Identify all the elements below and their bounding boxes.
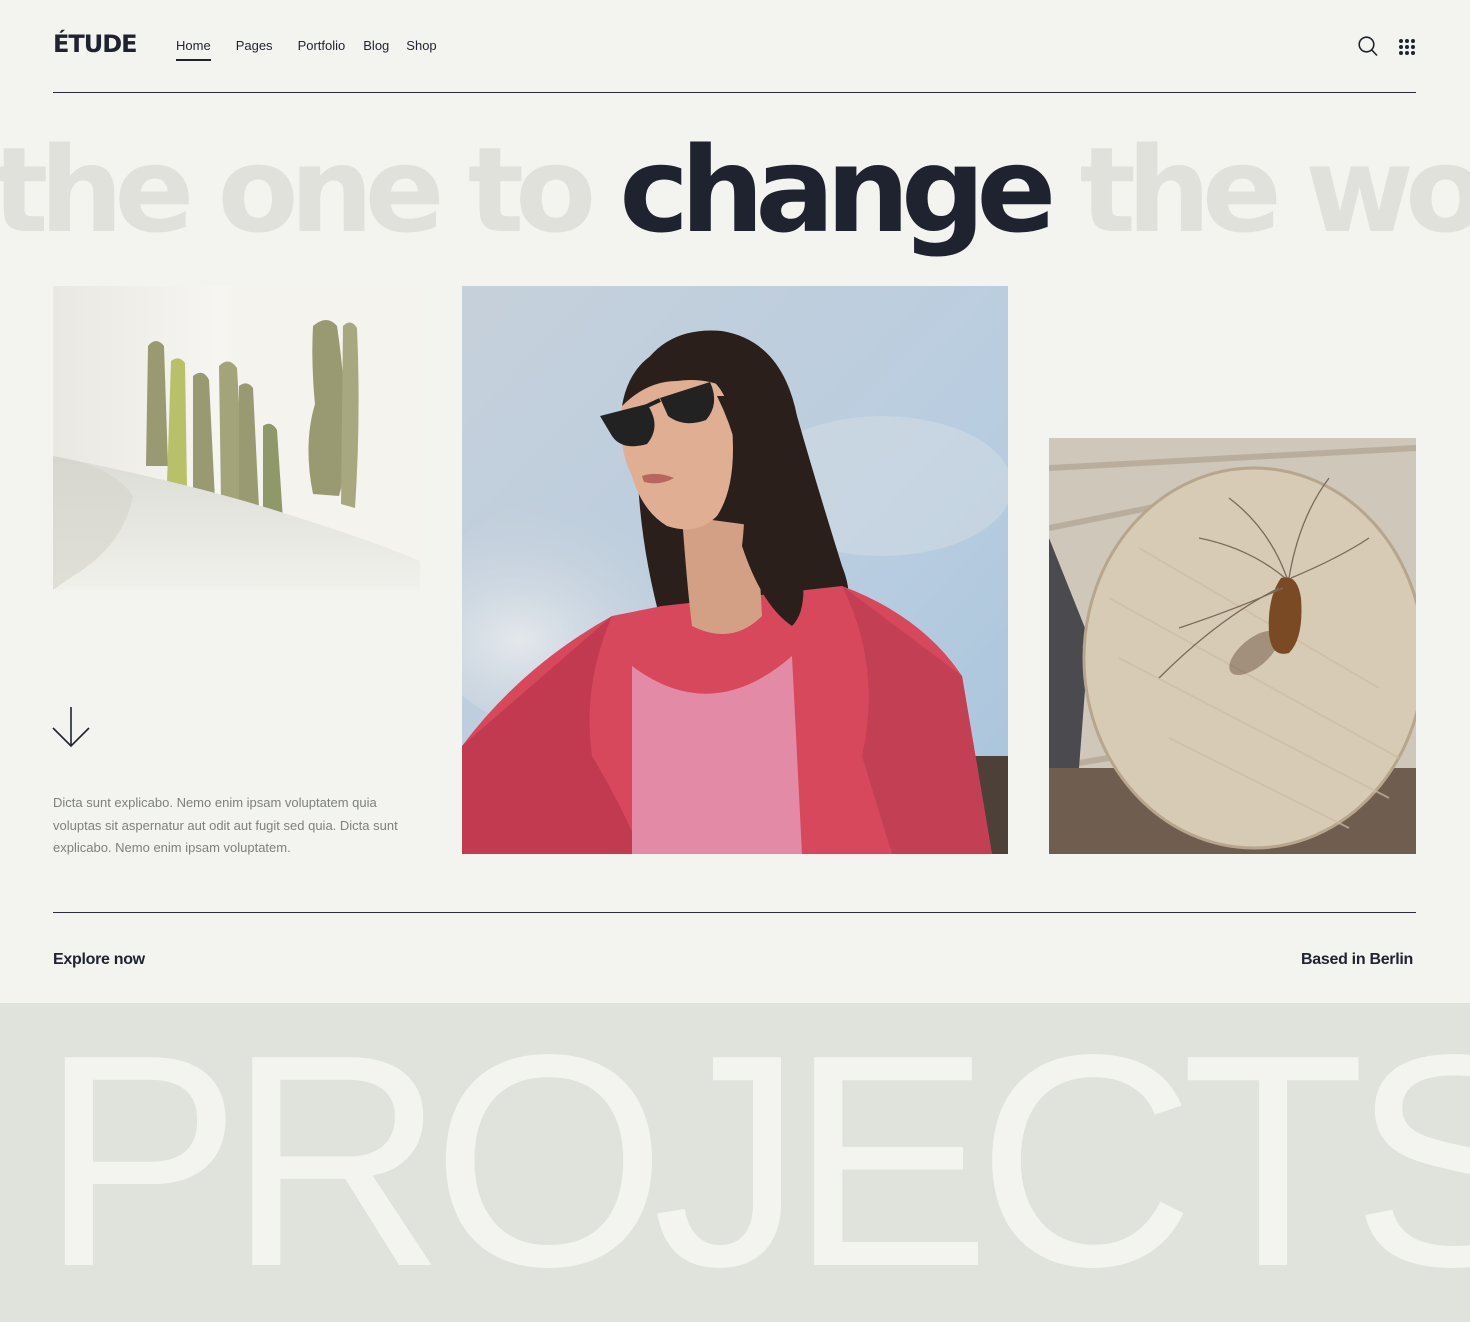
nav-item-blog[interactable]: Blog (363, 38, 389, 57)
header-actions (1358, 36, 1416, 57)
grid-menu-icon[interactable] (1398, 38, 1416, 56)
search-icon[interactable] (1358, 36, 1378, 57)
main-nav: Home Pages Portfolio Blog Shop (176, 38, 459, 61)
scroll-down-arrow-icon[interactable] (52, 706, 90, 753)
marquee-after: the world no (1079, 121, 1470, 259)
location-text: Based in Berlin (1301, 951, 1413, 968)
nav-item-shop[interactable]: Shop (406, 38, 436, 57)
projects-heading: PROJECTS (40, 1003, 1470, 1322)
marquee-highlight: change (619, 121, 1056, 259)
site-header: ÉTUDE Home Pages Portfolio Blog Shop (53, 0, 1416, 93)
projects-section: PROJECTS (0, 1003, 1470, 1322)
nav-item-home[interactable]: Home (176, 38, 211, 61)
woman-portrait-photo[interactable] (462, 286, 1008, 854)
nav-item-pages[interactable]: Pages (236, 38, 273, 57)
intro-paragraph: Dicta sunt explicabo. Nemo enim ipsam vo… (53, 795, 398, 855)
explore-now-link[interactable]: Explore now (53, 951, 145, 969)
cactus-photo[interactable] (53, 286, 420, 590)
section-divider (53, 912, 1416, 913)
round-table-photo[interactable] (1049, 438, 1416, 854)
hero-marquee: the one to change the world no (0, 120, 1470, 280)
nav-item-portfolio[interactable]: Portfolio (298, 38, 346, 57)
marquee-before: the one to (0, 121, 620, 259)
logo[interactable]: ÉTUDE (53, 30, 138, 58)
hero-marquee-text: the one to change the world no (0, 120, 1470, 260)
